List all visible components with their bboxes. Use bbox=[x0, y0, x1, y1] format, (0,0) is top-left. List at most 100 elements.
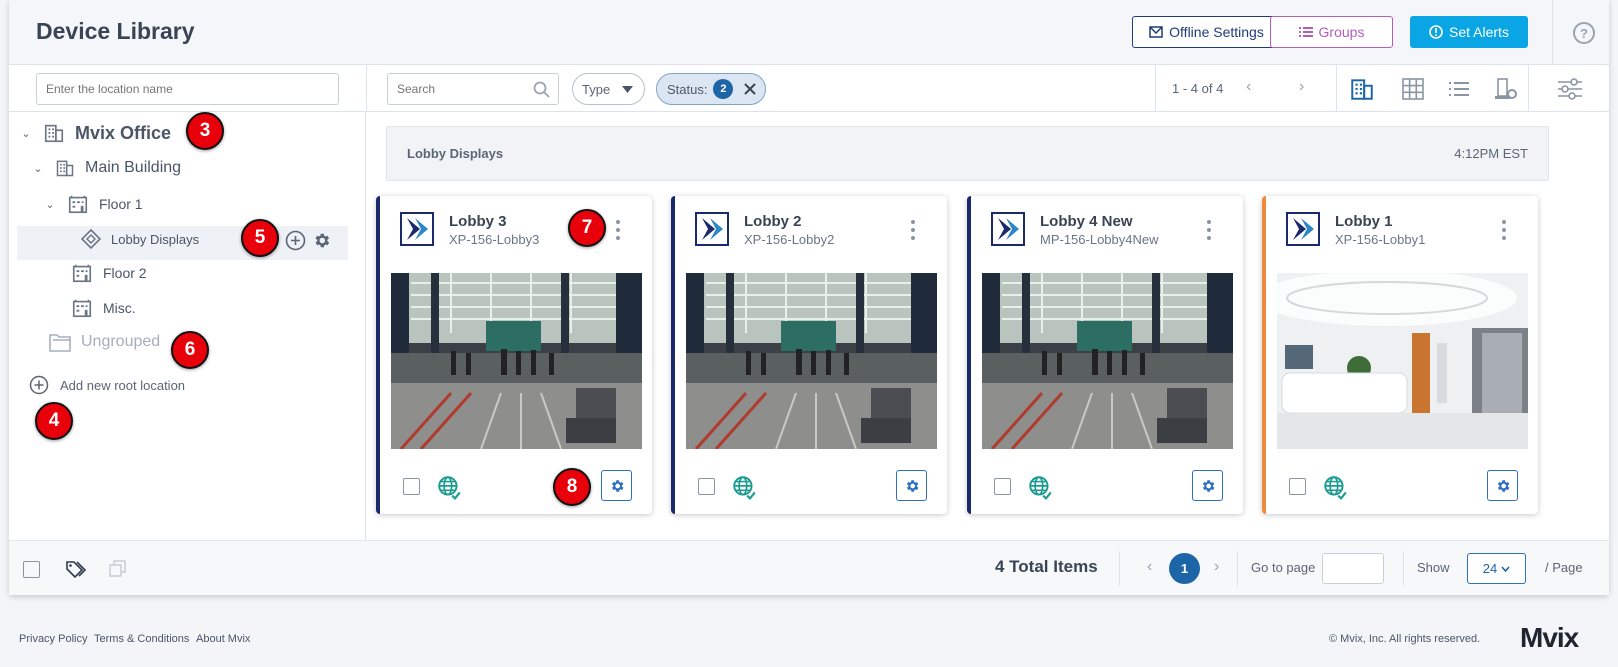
device-screenshot[interactable] bbox=[1277, 273, 1528, 449]
items-per-page-select[interactable]: 24 bbox=[1467, 553, 1526, 584]
device-card[interactable]: Lobby 1 XP-156-Lobby1 bbox=[1262, 196, 1538, 514]
chevron-down-icon[interactable]: ⌄ bbox=[43, 198, 57, 211]
add-root-location-label: Add new root location bbox=[60, 377, 186, 393]
building-icon bbox=[55, 158, 75, 178]
tree-item-floor-2[interactable]: Floor 2 bbox=[71, 262, 147, 284]
terms-link[interactable]: Terms & Conditions bbox=[94, 633, 189, 645]
bulk-actions-bar: 4 Total Items ‹ 1 › Go to page Show 24 /… bbox=[9, 540, 1609, 595]
groups-label: Groups bbox=[1318, 24, 1365, 40]
type-filter-label: Type bbox=[582, 81, 611, 97]
close-icon[interactable] bbox=[743, 82, 757, 96]
device-select-checkbox[interactable] bbox=[994, 478, 1011, 495]
status-count-badge: 2 bbox=[713, 79, 734, 99]
tree-item-mvix-office[interactable]: ⌄ Mvix Office bbox=[19, 122, 171, 144]
device-screenshot[interactable] bbox=[982, 273, 1233, 449]
go-to-page-label: Go to page bbox=[1251, 560, 1316, 575]
grid-view-icon[interactable] bbox=[1399, 75, 1427, 103]
tree-item-lobby-displays[interactable]: Lobby Displays bbox=[81, 229, 199, 249]
more-options-icon[interactable] bbox=[1207, 220, 1213, 240]
add-circle-icon[interactable] bbox=[285, 230, 306, 251]
next-page-icon[interactable]: › bbox=[1299, 78, 1304, 96]
toolbar-divider bbox=[1528, 65, 1529, 112]
prev-page-icon[interactable]: ‹ bbox=[1147, 558, 1152, 576]
device-logo-icon bbox=[1286, 212, 1320, 246]
tree-item-main-building[interactable]: ⌄ Main Building bbox=[31, 158, 181, 178]
chevron-down-icon[interactable]: ⌄ bbox=[31, 162, 45, 175]
page-footer: Privacy Policy Terms & Conditions About … bbox=[0, 608, 1618, 667]
tree-label-misc: Misc. bbox=[103, 300, 136, 316]
device-select-checkbox[interactable] bbox=[698, 478, 715, 495]
toolbar-divider bbox=[1155, 65, 1156, 112]
tree-label-ungrouped: Ungrouped bbox=[81, 333, 161, 350]
more-options-icon[interactable] bbox=[616, 220, 622, 240]
filter-sliders-icon[interactable] bbox=[1556, 75, 1584, 103]
caret-down-icon bbox=[622, 85, 634, 93]
add-root-location-button[interactable]: Add new root location bbox=[29, 375, 185, 395]
group-name: Lobby Displays bbox=[407, 146, 504, 161]
device-search-input[interactable] bbox=[388, 74, 518, 104]
next-page-icon[interactable]: › bbox=[1214, 558, 1219, 576]
status-filter-label: Status: bbox=[667, 81, 708, 97]
device-name: Lobby 2 bbox=[744, 213, 802, 230]
tree-item-floor-1[interactable]: ⌄ Floor 1 bbox=[43, 193, 143, 215]
device-serial: MP-156-Lobby4New bbox=[1040, 232, 1159, 247]
device-select-checkbox[interactable] bbox=[403, 478, 420, 495]
set-alerts-button[interactable]: Set Alerts bbox=[1410, 16, 1528, 48]
toolbar-divider bbox=[1336, 65, 1337, 112]
device-card[interactable]: Lobby 2 XP-156-Lobby2 bbox=[671, 196, 947, 514]
toolbar-divider bbox=[366, 65, 367, 112]
search-icon[interactable] bbox=[533, 81, 550, 98]
tree-item-misc[interactable]: Misc. bbox=[71, 297, 136, 319]
offline-settings-button[interactable]: Offline Settings bbox=[1132, 16, 1281, 48]
chevron-down-icon[interactable]: ⌄ bbox=[19, 127, 33, 140]
annotation-marker: 3 bbox=[186, 112, 224, 150]
device-settings-button[interactable] bbox=[1487, 470, 1518, 501]
tree-label-floor-1: Floor 1 bbox=[99, 196, 143, 212]
gear-icon bbox=[904, 478, 920, 494]
more-options-icon[interactable] bbox=[911, 220, 917, 240]
current-page-button[interactable]: 1 bbox=[1169, 553, 1200, 584]
gear-icon bbox=[609, 478, 625, 494]
add-circle-icon bbox=[29, 375, 49, 395]
device-settings-button[interactable] bbox=[601, 470, 632, 501]
device-screenshot[interactable] bbox=[686, 273, 937, 449]
groups-button[interactable]: Groups bbox=[1270, 16, 1393, 48]
device-settings-view-icon[interactable] bbox=[1492, 75, 1520, 103]
location-view-icon[interactable] bbox=[1348, 75, 1376, 103]
go-to-page-input[interactable] bbox=[1322, 553, 1384, 584]
prev-page-icon[interactable]: ‹ bbox=[1246, 78, 1251, 96]
device-screenshot[interactable] bbox=[391, 273, 642, 449]
select-all-checkbox[interactable] bbox=[23, 561, 40, 578]
gear-icon bbox=[1495, 478, 1511, 494]
gear-icon[interactable] bbox=[312, 231, 331, 250]
device-settings-button[interactable] bbox=[1192, 470, 1223, 501]
device-card[interactable]: Lobby 3 XP-156-Lobby3 bbox=[376, 196, 652, 514]
app-window: Device Library Offline Settings Groups S… bbox=[9, 0, 1609, 595]
device-settings-button[interactable] bbox=[896, 470, 927, 501]
annotation-marker: 8 bbox=[553, 468, 591, 506]
mail-icon bbox=[1149, 26, 1163, 38]
group-diamond-icon bbox=[81, 229, 101, 249]
tree-item-ungrouped[interactable]: Ungrouped bbox=[49, 332, 160, 352]
set-alerts-label: Set Alerts bbox=[1449, 24, 1509, 40]
about-link[interactable]: About Mvix bbox=[196, 633, 250, 645]
annotation-marker: 7 bbox=[568, 209, 606, 247]
list-view-icon[interactable] bbox=[1445, 75, 1473, 103]
help-icon[interactable]: ? bbox=[1573, 22, 1595, 44]
location-search-input[interactable] bbox=[36, 73, 339, 105]
device-search-box[interactable] bbox=[387, 73, 559, 105]
type-filter-dropdown[interactable]: Type bbox=[572, 73, 645, 105]
filter-toolbar: Type Status: 2 1 - 4 of 4 ‹ › bbox=[9, 65, 1609, 112]
copy-icon[interactable] bbox=[109, 560, 127, 578]
device-card[interactable]: Lobby 4 New MP-156-Lobby4New bbox=[967, 196, 1243, 514]
device-name: Lobby 3 bbox=[449, 213, 507, 230]
page-title: Device Library bbox=[36, 18, 195, 44]
device-grid-area: Lobby Displays 4:12PM EST Lobby 3 XP-156… bbox=[367, 112, 1609, 540]
total-items-count: 4 Total Items bbox=[995, 557, 1098, 576]
tags-icon[interactable] bbox=[65, 560, 87, 578]
privacy-policy-link[interactable]: Privacy Policy bbox=[19, 633, 87, 645]
more-options-icon[interactable] bbox=[1502, 220, 1508, 240]
floor-icon bbox=[71, 297, 93, 319]
status-filter-chip[interactable]: Status: 2 bbox=[656, 73, 766, 105]
device-select-checkbox[interactable] bbox=[1289, 478, 1306, 495]
